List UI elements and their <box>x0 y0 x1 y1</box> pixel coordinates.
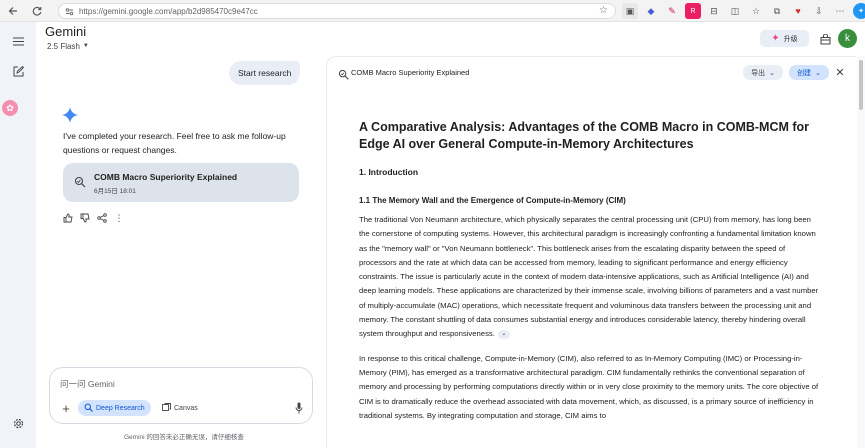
paragraph-text: In response to this critical challenge, … <box>359 353 819 420</box>
gemini-spark-icon <box>62 107 78 123</box>
section-heading: 1. Introduction <box>359 167 419 177</box>
new-chat-icon[interactable] <box>10 63 26 79</box>
settings-icon[interactable] <box>10 415 26 431</box>
deep-research-icon <box>338 67 349 80</box>
research-card-date: 6月15日 18:01 <box>94 188 136 195</box>
share-icon[interactable] <box>97 213 107 223</box>
extension-icon[interactable]: ⊟ <box>706 3 722 19</box>
paragraph: The traditional Von Neumann architecture… <box>359 213 819 342</box>
bot-message: I've completed your research. Feel free … <box>63 131 286 155</box>
microphone-icon[interactable] <box>293 401 305 415</box>
disclaimer-text: Gemini 的回答未必正确无误，请仔细核查 <box>124 434 244 441</box>
research-card-title: COMB Macro Superiority Explained <box>94 172 238 182</box>
deep-research-button[interactable]: Deep Research <box>78 400 151 416</box>
chevron-down-icon: ⌄ <box>769 69 775 77</box>
collections-icon[interactable]: ⧉ <box>769 3 785 19</box>
canvas-label: Canvas <box>174 404 198 412</box>
more-icon[interactable]: ⋯ <box>832 3 848 19</box>
bookmark-star-icon[interactable]: ☆ <box>599 5 608 16</box>
paragraph: In response to this critical challenge, … <box>359 352 819 423</box>
paragraph-text: The traditional Von Neumann architecture… <box>359 215 819 339</box>
document-panel: COMB Macro Superiority Explained 导出 ⌄ 创建… <box>326 56 856 448</box>
document-header-title: COMB Macro Superiority Explained <box>351 68 470 77</box>
chevron-down-icon: ▼ <box>82 43 89 49</box>
model-label: 2.5 Flash <box>47 41 80 51</box>
app-title: Gemini <box>45 24 87 39</box>
document-title: A Comparative Analysis: Advantages of th… <box>359 120 810 151</box>
deep-research-icon <box>74 175 86 188</box>
thumbs-down-icon[interactable] <box>80 213 90 223</box>
canvas-icon <box>162 402 171 414</box>
reload-icon[interactable] <box>27 1 47 21</box>
site-info-icon[interactable] <box>65 7 74 16</box>
downloads-icon[interactable]: ⇩ <box>811 3 827 19</box>
browser-toolbar: https://gemini.google.com/app/b2d985470c… <box>0 0 865 22</box>
split-screen-icon[interactable]: ◫ <box>727 3 743 19</box>
add-icon[interactable]: + <box>59 401 73 416</box>
favorites-icon[interactable]: ☆ <box>748 3 764 19</box>
upgrade-button[interactable]: ✦ 升级 <box>760 30 809 47</box>
citation-expand-icon[interactable]: ⌄ <box>497 329 510 339</box>
more-options-icon[interactable]: ⋮ <box>114 213 124 223</box>
extension-icon[interactable]: R <box>685 3 701 19</box>
back-icon[interactable] <box>3 1 23 21</box>
thumbs-up-icon[interactable] <box>63 213 73 223</box>
copilot-icon[interactable]: ✦ <box>853 3 865 19</box>
menu-icon[interactable] <box>10 33 26 49</box>
research-report-card[interactable]: COMB Macro Superiority Explained 6月15日 1… <box>63 163 299 202</box>
gift-icon[interactable] <box>818 32 832 46</box>
user-message: Start research <box>229 61 301 85</box>
subsection-heading: 1.1 The Memory Wall and the Emergence of… <box>359 196 626 205</box>
scrollbar[interactable] <box>857 56 865 448</box>
scrollbar-thumb[interactable] <box>859 60 863 110</box>
url-text: https://gemini.google.com/app/b2d985470c… <box>79 6 258 16</box>
canvas-button[interactable]: Canvas <box>158 400 202 416</box>
upgrade-label: 升级 <box>783 35 798 43</box>
model-selector[interactable]: 2.5 Flash ▼ <box>47 40 89 52</box>
floating-assistant-icon[interactable]: ✿ <box>2 100 18 116</box>
deep-research-label: Deep Research <box>96 404 145 412</box>
extension-icon[interactable]: ▣ <box>622 3 638 19</box>
create-button[interactable]: 创建 ⌄ <box>789 65 829 80</box>
prompt-input-box[interactable]: 问一问 Gemini + Deep Research Canvas <box>49 367 313 424</box>
document-header: COMB Macro Superiority Explained 导出 ⌄ 创建… <box>327 57 856 88</box>
address-bar[interactable]: https://gemini.google.com/app/b2d985470c… <box>58 3 616 19</box>
response-actions: ⋮ <box>63 213 124 223</box>
document-body: A Comparative Analysis: Advantages of th… <box>359 119 819 433</box>
export-button[interactable]: 导出 ⌄ <box>743 65 783 80</box>
avatar[interactable]: k <box>838 29 857 48</box>
close-icon[interactable]: ✕ <box>833 65 847 80</box>
extension-icon[interactable]: ✎ <box>664 3 680 19</box>
chevron-down-icon: ⌄ <box>815 69 821 77</box>
create-label: 创建 <box>797 69 812 77</box>
extensions-icon[interactable]: ♥ <box>790 3 806 19</box>
prompt-input[interactable]: 问一问 Gemini <box>60 378 115 390</box>
extension-icon[interactable]: ◆ <box>643 3 659 19</box>
sparkle-icon: ✦ <box>771 33 780 44</box>
export-label: 导出 <box>751 69 766 77</box>
side-rail <box>0 22 36 448</box>
deep-research-icon <box>84 403 93 414</box>
